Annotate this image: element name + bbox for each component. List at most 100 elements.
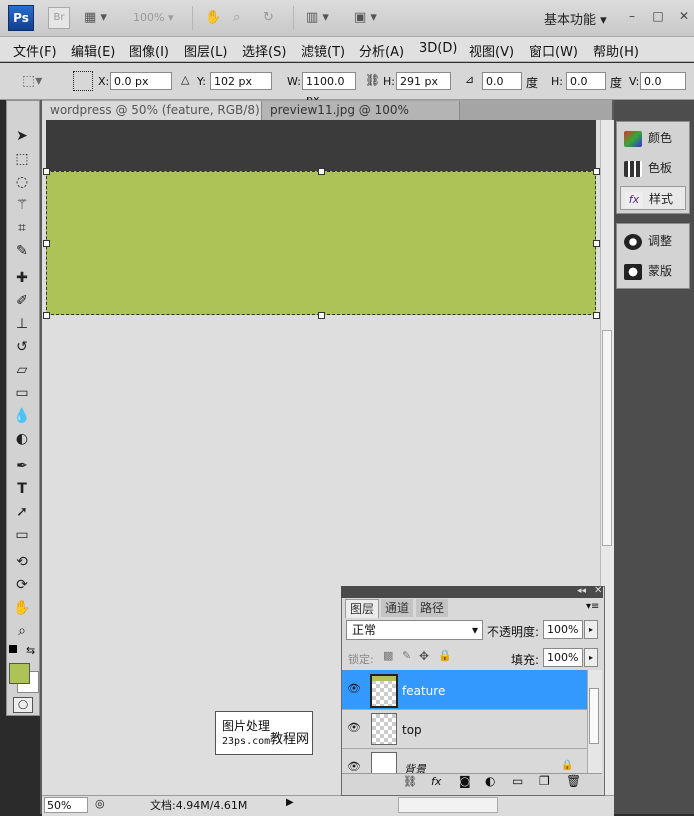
- tab-paths[interactable]: 路径: [416, 599, 449, 617]
- layer-name[interactable]: feature: [402, 684, 445, 698]
- workspace-switcher[interactable]: 基本功能 ▾: [544, 9, 607, 28]
- lasso-tool-icon[interactable]: ◌: [12, 172, 32, 192]
- layers-scroll-thumb[interactable]: [589, 688, 599, 744]
- default-colors-icon[interactable]: [9, 645, 17, 653]
- layer-name[interactable]: 背景: [404, 761, 426, 773]
- eyedropper-tool-icon[interactable]: ✎: [12, 241, 32, 261]
- add-mask-icon[interactable]: ◙: [459, 774, 471, 788]
- transform-handle-left[interactable]: [43, 240, 50, 247]
- swap-colors-icon[interactable]: ⇆: [26, 644, 35, 657]
- opacity-slider-arrow-icon[interactable]: ▸: [584, 620, 598, 639]
- panel-menu-icon[interactable]: ▾≡: [586, 601, 599, 612]
- blend-mode-select[interactable]: 正常 ▾: [346, 620, 483, 640]
- menu-file[interactable]: 文件(F): [13, 41, 57, 60]
- dodge-tool-icon[interactable]: ◐: [12, 429, 32, 449]
- menu-help[interactable]: 帮助(H): [593, 41, 639, 60]
- marquee-tool-icon[interactable]: ⬚: [12, 149, 32, 169]
- horizontal-scroll-thumb[interactable]: [398, 797, 498, 813]
- visibility-eye-icon[interactable]: 👁: [347, 682, 361, 695]
- close-panel-icon[interactable]: ✕: [594, 585, 602, 596]
- brush-tool-icon[interactable]: ✐: [12, 291, 32, 311]
- eraser-tool-icon[interactable]: ▱: [12, 360, 32, 380]
- tab-channels[interactable]: 通道: [381, 599, 414, 617]
- close-button[interactable]: ✕: [676, 9, 692, 23]
- adjustments-panel-button[interactable]: 调整: [620, 229, 686, 253]
- magic-wand-tool-icon[interactable]: ⚚: [12, 195, 32, 215]
- link-aspect-icon[interactable]: ⛓: [365, 73, 380, 87]
- 3d-orbit-tool-icon[interactable]: ⟳: [12, 575, 32, 595]
- link-layers-icon[interactable]: ⛓: [403, 775, 417, 788]
- tab-preview11[interactable]: preview11.jpg @ 100%(RGB/8#) ×: [262, 101, 460, 136]
- shape-tool-icon[interactable]: ▭: [12, 525, 32, 545]
- new-layer-icon[interactable]: ❐: [539, 774, 550, 788]
- menu-view[interactable]: 视图(V): [469, 41, 514, 60]
- layer-name[interactable]: top: [402, 723, 422, 737]
- color-panel-button[interactable]: 颜色: [620, 126, 686, 150]
- feature-layer-content[interactable]: [46, 171, 596, 315]
- group-folder-icon[interactable]: ▭: [512, 774, 523, 788]
- menu-analysis[interactable]: 分析(A): [359, 41, 404, 60]
- transform-handle-top-right[interactable]: [593, 168, 600, 175]
- transform-handle-bottom-right[interactable]: [593, 312, 600, 319]
- type-tool-icon[interactable]: T: [12, 479, 32, 499]
- transform-handle-top[interactable]: [318, 168, 325, 175]
- transform-tool-icon[interactable]: ⬚▾: [22, 73, 42, 89]
- collapse-panel-icon[interactable]: ◂◂: [577, 586, 586, 596]
- transform-handle-top-left[interactable]: [43, 168, 50, 175]
- 3d-rotate-tool-icon[interactable]: ⟲: [12, 552, 32, 572]
- x-input[interactable]: 0.0 px: [110, 72, 172, 90]
- zoom-level-select[interactable]: 100% ▾: [133, 9, 173, 26]
- menu-window[interactable]: 窗口(W): [529, 41, 578, 60]
- lock-transparent-icon[interactable]: ▩: [383, 649, 393, 662]
- foreground-color-swatch[interactable]: [9, 663, 30, 684]
- height-input[interactable]: 291 px: [396, 72, 451, 90]
- lock-image-icon[interactable]: ✎: [402, 649, 411, 662]
- reference-point-icon[interactable]: [73, 71, 93, 91]
- transform-handle-bottom-left[interactable]: [43, 312, 50, 319]
- blur-tool-icon[interactable]: 💧: [12, 406, 32, 426]
- fill-input[interactable]: 100%: [543, 648, 583, 667]
- relative-position-icon[interactable]: △: [181, 73, 189, 86]
- opacity-input[interactable]: 100%: [543, 620, 583, 639]
- menu-image[interactable]: 图像(I): [129, 41, 169, 60]
- skew-v-input[interactable]: 0.0: [640, 72, 686, 90]
- status-info-icon[interactable]: ◎: [95, 797, 105, 810]
- fill-slider-arrow-icon[interactable]: ▸: [584, 648, 598, 667]
- screen-mode-toggle-icon[interactable]: ▣ ▾: [354, 9, 377, 26]
- menu-select[interactable]: 选择(S): [242, 41, 286, 60]
- status-menu-arrow-icon[interactable]: ▶: [286, 797, 294, 808]
- adjustment-layer-icon[interactable]: ◐: [485, 774, 495, 788]
- minimize-button[interactable]: –: [624, 9, 640, 23]
- styles-panel-button[interactable]: fx 样式: [620, 186, 686, 210]
- gradient-tool-icon[interactable]: ▭: [12, 383, 32, 403]
- hand-tool-icon[interactable]: ✋: [12, 598, 32, 618]
- quick-mask-icon[interactable]: ◯: [13, 697, 33, 713]
- path-selection-tool-icon[interactable]: ➚: [12, 502, 32, 522]
- move-tool-icon[interactable]: ➤: [12, 126, 32, 146]
- pen-tool-icon[interactable]: ✒: [12, 456, 32, 476]
- menu-3d[interactable]: 3D(D): [419, 41, 457, 56]
- masks-panel-button[interactable]: 蒙版: [620, 259, 686, 283]
- visibility-eye-icon[interactable]: 👁: [347, 760, 361, 773]
- menu-edit[interactable]: 编辑(E): [71, 41, 115, 60]
- menu-filter[interactable]: 滤镜(T): [301, 41, 345, 60]
- angle-input[interactable]: 0.0: [482, 72, 522, 90]
- zoom-field[interactable]: 50%: [44, 797, 88, 813]
- bridge-logo[interactable]: Br: [48, 7, 70, 29]
- delete-layer-icon[interactable]: 🗑: [566, 774, 581, 788]
- fx-icon[interactable]: fx: [431, 775, 441, 788]
- rotate-view-icon[interactable]: ↻: [263, 9, 274, 26]
- skew-h-input[interactable]: 0.0: [566, 72, 606, 90]
- healing-brush-tool-icon[interactable]: ✚: [12, 268, 32, 288]
- tab-layers[interactable]: 图层: [345, 599, 380, 618]
- zoom-tool-icon[interactable]: ⌕: [233, 9, 240, 26]
- lock-all-icon[interactable]: 🔒: [438, 649, 452, 662]
- screen-mode-icon[interactable]: ▦ ▾: [84, 9, 107, 26]
- transform-handle-bottom[interactable]: [318, 312, 325, 319]
- crop-tool-icon[interactable]: ⌗: [12, 218, 32, 238]
- lock-position-icon[interactable]: ✥: [419, 649, 429, 663]
- width-input[interactable]: 1100.0 px: [302, 72, 356, 106]
- arrange-documents-icon[interactable]: ▥ ▾: [306, 9, 329, 26]
- vertical-scroll-thumb[interactable]: [602, 330, 612, 546]
- zoom-tool-icon[interactable]: ⌕: [12, 621, 32, 641]
